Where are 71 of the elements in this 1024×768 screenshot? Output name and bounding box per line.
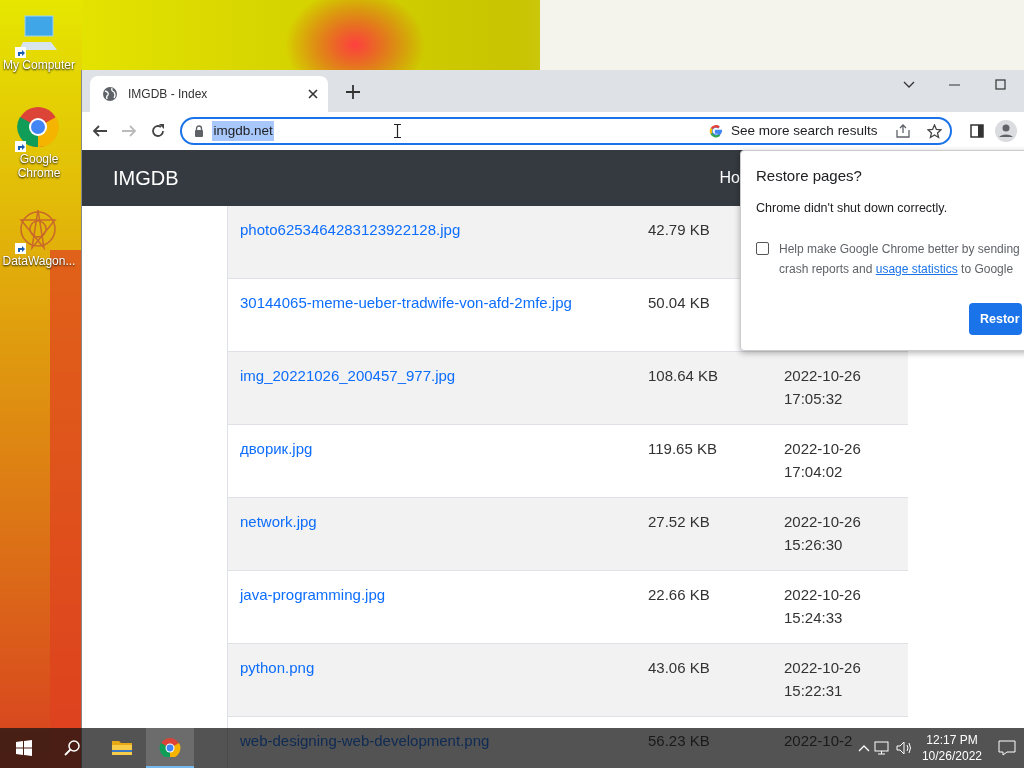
dialog-title: Restore pages? bbox=[756, 166, 862, 186]
file-date: 2022-10-26 bbox=[784, 512, 861, 532]
search-icon[interactable] bbox=[64, 740, 80, 756]
file-time: 17:04:02 bbox=[784, 462, 843, 482]
restore-button[interactable]: Restor bbox=[969, 303, 1022, 335]
chevron-up-icon[interactable] bbox=[857, 744, 870, 752]
lock-icon bbox=[194, 125, 205, 137]
nav-link[interactable]: Ho bbox=[719, 166, 740, 190]
text-cursor-icon bbox=[393, 124, 401, 138]
file-size: 56.23 KB bbox=[648, 731, 711, 751]
file-date: 2022-10-26 bbox=[784, 658, 861, 678]
file-link[interactable]: java-programming.jpg bbox=[240, 586, 386, 603]
maximize-icon[interactable] bbox=[995, 78, 1007, 90]
file-size: 22.66 KB bbox=[648, 585, 711, 605]
file-size: 43.06 KB bbox=[648, 658, 711, 678]
file-link[interactable]: дворик.jpg bbox=[240, 440, 313, 457]
side-panel-icon[interactable] bbox=[969, 124, 984, 138]
usage-statistics-link[interactable]: usage statistics bbox=[875, 262, 958, 277]
clock-time: 12:17 PM bbox=[926, 732, 978, 748]
file-date: 2022-10-26 bbox=[784, 439, 861, 459]
file-time: 15:24:33 bbox=[784, 608, 843, 628]
file-link[interactable]: python.png bbox=[240, 659, 315, 676]
checkbox-label: Help make Google Chrome better by sending crash reports and usage statistics to Google bbox=[779, 241, 1021, 279]
file-size: 119.65 KB bbox=[648, 439, 718, 459]
reload-icon[interactable] bbox=[150, 123, 166, 139]
file-time: 15:26:30 bbox=[784, 535, 843, 555]
plus-icon[interactable] bbox=[346, 84, 360, 99]
file-link[interactable]: img_20221026_200457_977.jpg bbox=[240, 367, 456, 384]
clock[interactable]: 12:17 PM 10/26/2022 bbox=[917, 732, 986, 764]
search-suggestion[interactable]: See more search results bbox=[731, 120, 878, 142]
file-size: 108.64 KB bbox=[648, 366, 720, 386]
file-link[interactable]: 30144065-meme-ueber-tradwife-von-afd-2mfe.jpg bbox=[240, 294, 572, 311]
tab-title: IMGDB - Index bbox=[128, 86, 209, 103]
windows-start-icon[interactable] bbox=[16, 740, 32, 756]
taskbar-app[interactable] bbox=[146, 728, 194, 768]
file-date: 2022-10-26 bbox=[784, 366, 861, 386]
icon-label: Google Chrome bbox=[16, 152, 62, 180]
checkbox[interactable] bbox=[756, 242, 769, 256]
file-time: 15:22:31 bbox=[784, 681, 843, 701]
back-arrow-icon[interactable] bbox=[92, 123, 109, 139]
site-brand[interactable]: IMGDB bbox=[113, 163, 179, 193]
file-date: 2022-10-2 bbox=[784, 731, 853, 751]
browser-icon[interactable] bbox=[17, 106, 61, 150]
file-date: 2022-10-26 bbox=[784, 585, 861, 605]
file-size: 27.52 KB bbox=[648, 512, 711, 532]
network-icon[interactable] bbox=[873, 740, 892, 756]
icon-label: DataWagon... bbox=[2, 254, 76, 268]
file-size: 42.79 KB bbox=[648, 220, 711, 240]
file-time: 17:05:32 bbox=[784, 389, 843, 409]
file-size: 50.04 KB bbox=[648, 293, 711, 313]
notification-icon[interactable] bbox=[998, 740, 1016, 756]
browser-icon bbox=[159, 737, 181, 757]
volume-icon[interactable] bbox=[895, 740, 914, 756]
clock-date: 10/26/2022 bbox=[921, 748, 982, 764]
star-icon[interactable] bbox=[927, 123, 943, 139]
profile-icon[interactable] bbox=[994, 120, 1017, 142]
dialog-message: Chrome didn't shut down correctly. bbox=[756, 199, 948, 217]
shortcut-arrow-icon bbox=[15, 47, 26, 58]
share-icon[interactable] bbox=[895, 124, 912, 138]
shortcut-arrow-icon bbox=[15, 243, 26, 254]
close-icon[interactable] bbox=[308, 89, 318, 99]
globe-icon bbox=[102, 86, 118, 102]
google-logo-icon bbox=[709, 124, 724, 138]
shortcut-arrow-icon bbox=[15, 141, 26, 152]
folder-icon bbox=[111, 738, 133, 758]
icon-label: My Computer bbox=[3, 58, 75, 72]
address-bar[interactable]: imgdb.net See more search results bbox=[180, 117, 953, 145]
url-text[interactable]: imgdb.net bbox=[212, 120, 274, 142]
file-link[interactable]: network.jpg bbox=[240, 513, 317, 530]
file-link[interactable]: photo6253464283123922128.jpg bbox=[240, 221, 461, 238]
browser-tab[interactable]: IMGDB - Index bbox=[90, 76, 328, 112]
